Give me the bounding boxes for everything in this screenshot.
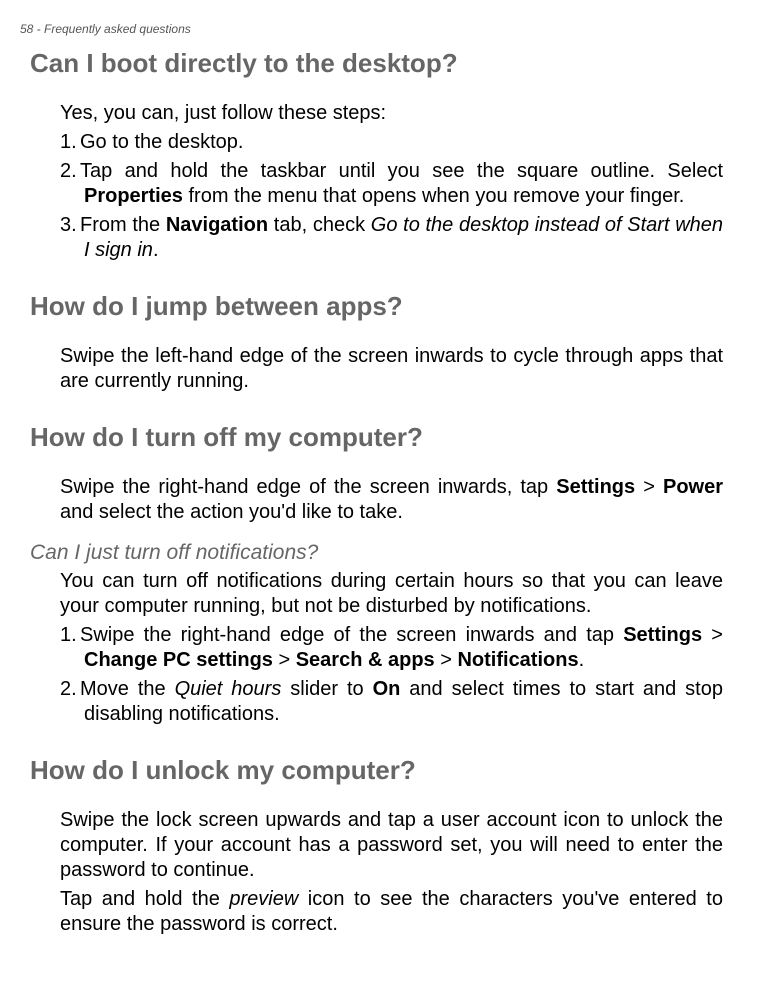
- steps-boot-desktop: Go to the desktop. Tap and hold the task…: [60, 130, 723, 263]
- intro-text: Yes, you can, just follow these steps:: [60, 101, 723, 126]
- subheading-notifications: Can I just turn off notifications?: [30, 541, 723, 565]
- list-item: Go to the desktop.: [60, 130, 723, 155]
- body-text: Swipe the left-hand edge of the screen i…: [60, 344, 723, 394]
- page-header: 58 - Frequently asked questions: [20, 22, 723, 36]
- heading-jump-apps: How do I jump between apps?: [30, 291, 723, 322]
- heading-turn-off: How do I turn off my computer?: [30, 422, 723, 453]
- list-item: Move the Quiet hours slider to On and se…: [60, 677, 723, 727]
- body-text: Tap and hold the preview icon to see the…: [60, 887, 723, 937]
- list-item: From the Navigation tab, check Go to the…: [60, 213, 723, 263]
- body-text: Swipe the lock screen upwards and tap a …: [60, 808, 723, 883]
- list-item: Tap and hold the taskbar until you see t…: [60, 159, 723, 209]
- body-text: Swipe the right-hand edge of the screen …: [60, 475, 723, 525]
- body-text: You can turn off notifications during ce…: [60, 569, 723, 619]
- list-item: Swipe the right-hand edge of the screen …: [60, 623, 723, 673]
- heading-unlock: How do I unlock my computer?: [30, 755, 723, 786]
- heading-boot-desktop: Can I boot directly to the desktop?: [30, 48, 723, 79]
- steps-notifications: Swipe the right-hand edge of the screen …: [60, 623, 723, 727]
